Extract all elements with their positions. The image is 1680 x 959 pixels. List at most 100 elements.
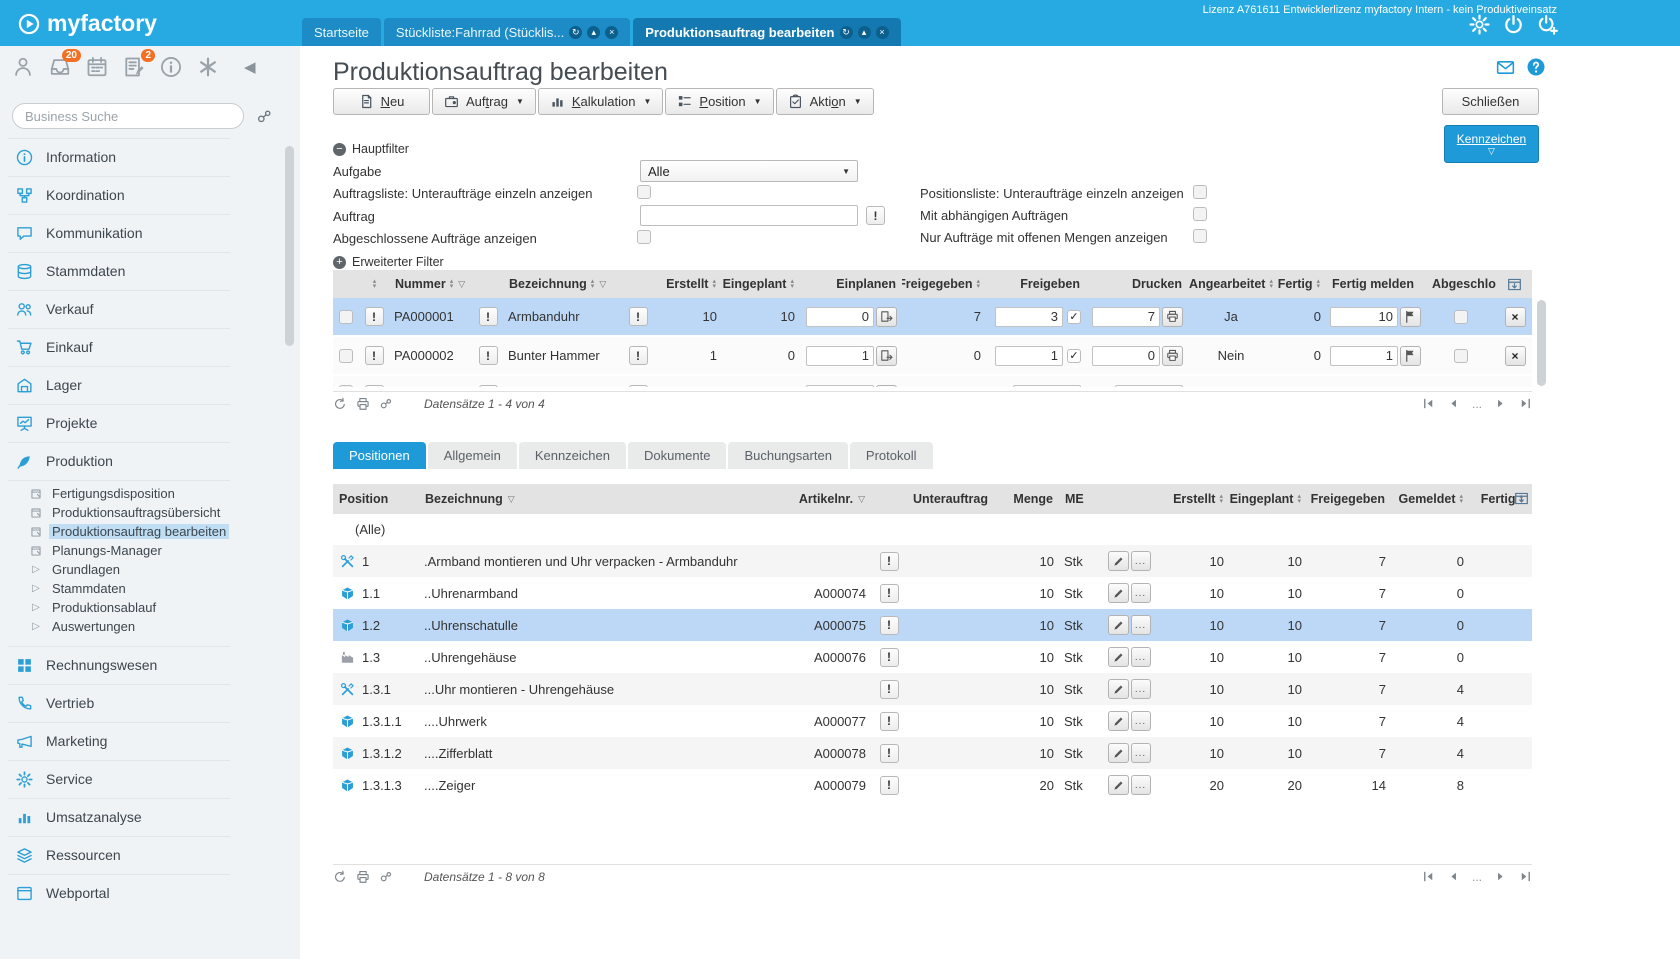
positions-col-bezeichnung[interactable]: Bezeichnung▽ (419, 484, 779, 514)
sidebar-item-ressourcen[interactable]: Ressourcen (0, 836, 286, 874)
sidebar-page-produktionsauftrag-bearbeiten[interactable]: Produktionsauftrag bearbeiten (0, 522, 286, 541)
user-tool[interactable] (12, 56, 34, 78)
info-exclamation-button[interactable]: ! (880, 648, 899, 667)
hauptfilter-toggle[interactable]: − Hauptfilter (333, 142, 409, 156)
help-icon[interactable] (1526, 57, 1546, 77)
more-options-button[interactable]: ... (1131, 743, 1151, 763)
orders-col-freigeben[interactable]: Freigeben (986, 270, 1086, 298)
orders-col-einplanen[interactable]: Einplanen (800, 270, 902, 298)
info-exclamation-button[interactable]: ! (629, 346, 648, 365)
einplanen-button[interactable] (876, 346, 897, 366)
drucken-button[interactable] (1162, 307, 1183, 327)
more-options-button[interactable]: ... (1131, 775, 1151, 795)
logout-new-session-icon[interactable] (1537, 14, 1558, 35)
sidebar-page-planungs-manager[interactable]: Planungs-Manager (0, 541, 286, 560)
sidebar-scrollbar[interactable] (285, 146, 294, 346)
edit-position-button[interactable] (1108, 615, 1129, 635)
search-input[interactable] (12, 103, 244, 129)
positions-col-unterauftrag[interactable]: Unterauftrag (907, 484, 1003, 514)
info-exclamation-button[interactable]: ! (629, 307, 648, 326)
position-row-1[interactable]: 1.Armband montieren und Uhr verpacken - … (333, 545, 1532, 577)
refresh-icon[interactable] (333, 870, 347, 884)
drucken-input[interactable] (1092, 307, 1160, 327)
pager-first-icon[interactable] (1422, 397, 1435, 410)
info-exclamation-button[interactable]: ! (479, 385, 498, 387)
pager-next-icon[interactable] (1494, 870, 1507, 883)
einplanen-input[interactable] (806, 385, 874, 387)
print-icon[interactable] (356, 397, 370, 411)
positions-col-eingeplant[interactable]: Eingeplant▴▾ (1229, 484, 1307, 514)
sidebar-item-service[interactable]: Service (0, 760, 286, 798)
info-exclamation-button[interactable]: ! (880, 776, 899, 795)
tasks-tool[interactable]: 2 (123, 56, 145, 78)
sidebar-item-produktion[interactable]: Produktion (0, 442, 286, 480)
search-settings-icon[interactable] (256, 108, 273, 125)
sidebar-item-verkauf[interactable]: Verkauf (0, 290, 286, 328)
more-options-button[interactable]: ... (1131, 679, 1151, 699)
sidebar-folder-produktionsablauf[interactable]: ▷Produktionsablauf (0, 598, 286, 617)
sidebar-item-vertrieb[interactable]: Vertrieb (0, 684, 286, 722)
logout-power-icon[interactable] (1503, 14, 1524, 35)
more-options-button[interactable]: ... (1131, 711, 1151, 731)
sidebar-folder-stammdaten[interactable]: ▷Stammdaten (0, 579, 286, 598)
window-tab-produktionsauftrag-bearbeiten[interactable]: Produktionsauftrag bearbeiten↻▴× (633, 18, 900, 46)
info-exclamation-button[interactable]: ! (880, 744, 899, 763)
orders-col-select[interactable] (333, 270, 359, 298)
edit-position-button[interactable] (1108, 679, 1129, 699)
freigeben-input[interactable] (995, 307, 1063, 327)
toolbar-button-position[interactable]: Position▼ (665, 88, 773, 115)
sidebar-page-fertigungsdisposition[interactable]: Fertigungsdisposition (0, 484, 286, 503)
drucken-input[interactable] (1115, 385, 1183, 387)
edit-position-button[interactable] (1108, 583, 1129, 603)
sidebar-folder-grundlagen[interactable]: ▷Grundlagen (0, 560, 286, 579)
abgeschlossene-checkbox[interactable] (637, 230, 651, 244)
positions-col-empty-3[interactable] (871, 484, 907, 514)
pager-prev-icon[interactable] (1447, 397, 1460, 410)
orders-table-scrollbar[interactable] (1537, 300, 1546, 386)
orders-col-sort-all[interactable]: ▴▾ (359, 270, 389, 298)
tab-protokoll[interactable]: Protokoll (850, 442, 933, 469)
erweiterter-filter-toggle[interactable]: + Erweiterter Filter (333, 255, 444, 269)
filter-checkbox-nur-aufträge-mit-offenen-mengen-anzeigen[interactable] (1193, 229, 1207, 243)
tab-positionen[interactable]: Positionen (333, 442, 426, 469)
einplanen-button[interactable] (876, 385, 897, 387)
delete-row-button[interactable]: × (1505, 307, 1526, 327)
info-exclamation-button[interactable]: ! (629, 385, 648, 387)
tab-refresh-icon[interactable]: ↻ (569, 26, 582, 39)
fertig-melden-button[interactable] (1400, 307, 1421, 327)
pager-prev-icon[interactable] (1447, 870, 1460, 883)
auftrag-input[interactable] (640, 205, 858, 226)
sidebar-item-kommunikation[interactable]: Kommunikation (0, 214, 286, 252)
sidebar-item-marketing[interactable]: Marketing (0, 722, 286, 760)
more-options-button[interactable]: ... (1131, 647, 1151, 667)
calendar-tool[interactable] (86, 56, 108, 78)
orders-col-nummer[interactable]: Nummer▴▾▽ (389, 270, 503, 298)
pager-last-icon[interactable] (1519, 397, 1532, 410)
sidebar-item-lager[interactable]: Lager (0, 366, 286, 404)
row-select-checkbox[interactable] (339, 349, 353, 363)
freigeben-checkbox[interactable]: ✓ (1067, 310, 1081, 324)
sidebar-item-webportal[interactable]: Webportal (0, 874, 286, 912)
drucken-button[interactable] (1162, 346, 1183, 366)
sidebar-page-produktionsauftragsübersicht[interactable]: Produktionsauftragsübersicht (0, 503, 286, 522)
orders-col-eingeplant[interactable]: Eingeplant▴▾ (722, 270, 800, 298)
drucken-input[interactable] (1092, 346, 1160, 366)
einplanen-button[interactable] (876, 307, 897, 327)
sidebar-item-rechnungswesen[interactable]: Rechnungswesen (0, 646, 286, 684)
list-settings-icon[interactable] (379, 870, 393, 884)
auftragsliste-checkbox[interactable] (637, 185, 651, 199)
row-select-checkbox[interactable] (339, 310, 353, 324)
sidebar-item-information[interactable]: Information (0, 138, 286, 176)
edit-position-button[interactable] (1108, 711, 1129, 731)
einplanen-input[interactable] (806, 346, 874, 366)
window-tab-startseite[interactable]: Startseite (302, 18, 381, 46)
kennzeichen-button[interactable]: Kennzeichen ▽ (1444, 125, 1539, 163)
info-exclamation-button[interactable]: ! (365, 385, 384, 387)
orders-col-fertig-melden[interactable]: Fertig melden (1326, 270, 1426, 298)
sidebar-item-stammdaten[interactable]: Stammdaten (0, 252, 286, 290)
list-settings-icon[interactable] (379, 397, 393, 411)
info-exclamation-button[interactable]: ! (365, 346, 384, 365)
tab-minimize-icon[interactable]: ▴ (587, 26, 600, 39)
collapse-sidebar-icon[interactable]: ◀ (244, 58, 256, 76)
einplanen-input[interactable] (806, 307, 874, 327)
